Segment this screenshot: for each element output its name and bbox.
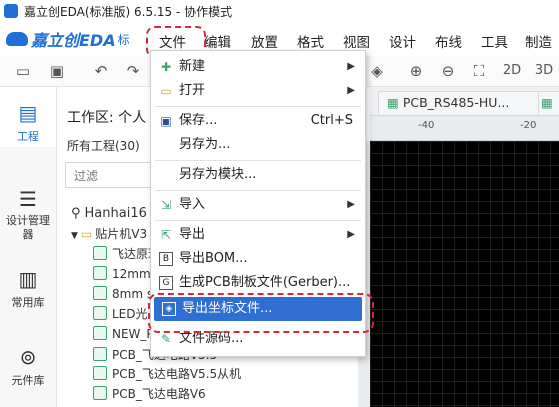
submenu-arrow-icon: ▶	[347, 85, 355, 96]
pcb-icon	[93, 306, 107, 320]
bom-icon: B	[159, 252, 173, 266]
zoom-out-icon[interactable]: ⊖	[439, 62, 457, 80]
logo-sub-text: 标	[117, 32, 130, 47]
pcb-icon	[93, 326, 107, 340]
pcb-tab-icon: ▦	[387, 95, 399, 110]
paint-icon[interactable]: ◈	[368, 62, 386, 80]
tab-next[interactable]: ▦	[538, 91, 559, 114]
folder-icon: ▭	[80, 227, 93, 241]
menu-tools[interactable]: 工具	[481, 31, 508, 51]
submenu-arrow-icon: ▶	[347, 61, 355, 72]
pcb-icon	[93, 286, 107, 300]
import-icon: ⇲	[160, 198, 172, 212]
horizontal-ruler: -40 -20	[370, 116, 559, 141]
rail-common-lib-label: 常用库	[11, 296, 45, 309]
open-folder-icon[interactable]: ▭	[14, 62, 32, 80]
tree-item[interactable]: PCB_飞达电路V5.5从机	[93, 364, 241, 384]
rail-design-manager-label: 设计管理器	[6, 214, 50, 241]
window-title: 嘉立创EDA(标准版) 6.5.15 - 协作模式	[24, 5, 233, 19]
rail-project-label: 工程	[17, 130, 39, 143]
menu-item-save[interactable]: ▣ 保存... Ctrl+S	[151, 109, 365, 133]
ruler-label: -20	[520, 120, 537, 131]
rail-component-lib-button[interactable]: ⊚ 元件库	[0, 345, 56, 388]
left-rail: ▤ 工程 ☰ 设计管理器 ▥ 常用库 ⊚ 元件库	[0, 87, 57, 407]
menu-format[interactable]: 格式	[297, 31, 324, 51]
menu-item-import[interactable]: ⇲ 导入 ▶	[151, 193, 365, 217]
rail-design-manager-button[interactable]: ☰ 设计管理器	[0, 187, 56, 242]
user-icon: ⚲	[71, 206, 81, 221]
tree-item[interactable]: LED光	[93, 304, 148, 324]
fit-view-icon[interactable]: ⛶	[470, 62, 488, 80]
menu-separator	[155, 220, 361, 221]
menu-item-save-as-module[interactable]: 另存为模块...	[151, 163, 365, 187]
menu-route[interactable]: 布线	[435, 31, 462, 51]
ruler-label: -40	[418, 120, 435, 131]
tree-item[interactable]: NEW_P	[93, 324, 154, 344]
menu-place[interactable]: 放置	[251, 31, 278, 51]
schematic-icon	[93, 246, 107, 260]
workspace-label: 工作区: 个人	[67, 110, 147, 126]
tab-pcb-rs485[interactable]: ▦ PCB_RS485-HU...	[378, 91, 546, 114]
rail-common-lib-button[interactable]: ▥ 常用库	[0, 267, 56, 310]
app-logo: 嘉立创EDA 标	[6, 28, 130, 50]
rail-project-button[interactable]: ▤ 工程	[0, 101, 56, 144]
gerber-icon: G	[159, 276, 173, 290]
menu-design[interactable]: 设计	[389, 31, 416, 51]
export-icon: ⇱	[160, 228, 172, 242]
zoom-in-icon[interactable]: ⊕	[407, 62, 425, 80]
search-component-icon: ⊚	[19, 345, 37, 369]
menu-separator	[155, 106, 361, 107]
title-bar: 嘉立创EDA(标准版) 6.5.15 - 协作模式	[0, 0, 559, 23]
menu-item-export[interactable]: ⇱ 导出 ▶	[151, 223, 365, 247]
submenu-arrow-icon: ▶	[347, 229, 355, 240]
pcb-icon	[93, 266, 107, 280]
app-icon	[4, 4, 18, 18]
shortcut-label: Ctrl+S	[310, 113, 353, 128]
chevron-down-icon: ▼	[71, 231, 78, 241]
menu-item-new[interactable]: ✚ 新建 ▶	[151, 55, 365, 79]
open-folder-icon: ▭	[160, 84, 172, 98]
save-icon: ▣	[160, 114, 172, 128]
pcb-canvas[interactable]	[370, 141, 559, 407]
menu-separator	[155, 160, 361, 161]
tree-item[interactable]: PCB_飞达电路V6	[93, 384, 206, 404]
export-coordinate-highlight	[148, 293, 374, 333]
menu-separator	[155, 190, 361, 191]
menu-item-export-bom[interactable]: B 导出BOM...	[151, 247, 365, 271]
cloud-logo-icon	[6, 32, 28, 46]
redo-icon[interactable]: ↷	[124, 62, 142, 80]
tree-user[interactable]: ⚲ Hanhai16	[71, 204, 147, 224]
pcb-tab-icon: ▦	[541, 95, 553, 110]
list-icon: ☰	[19, 187, 37, 211]
menu-item-save-as[interactable]: 另存为...	[151, 133, 365, 157]
new-file-icon: ✚	[160, 60, 172, 74]
rail-component-lib-label: 元件库	[11, 374, 45, 387]
view-2d-button[interactable]: 2D	[500, 62, 524, 80]
menu-edit[interactable]: 编辑	[204, 31, 231, 51]
chip-icon: ▥	[18, 267, 38, 291]
tree-folder[interactable]: ▼ ▭ 贴片机V3	[71, 224, 147, 244]
undo-icon[interactable]: ↶	[92, 62, 110, 80]
submenu-arrow-icon: ▶	[347, 199, 355, 210]
view-3d-button[interactable]: 3D	[532, 62, 556, 80]
editor-tabs: ▦ PCB_RS485-HU... ▦	[370, 87, 559, 116]
menu-manufacture[interactable]: 制造	[525, 31, 552, 51]
pcb-icon	[93, 386, 107, 400]
pcb-icon	[93, 366, 107, 380]
folder-icon: ▤	[18, 101, 38, 125]
pcb-icon	[93, 347, 107, 361]
all-projects-label[interactable]: 所有工程(30)	[67, 137, 140, 154]
menu-item-gerber[interactable]: G 生成PCB制板文件(Gerber)...	[151, 271, 365, 295]
menu-item-open[interactable]: ▭ 打开 ▶	[151, 79, 365, 103]
source-edit-icon: ✎	[160, 332, 172, 346]
logo-text: 嘉立创EDA	[31, 31, 116, 50]
menu-view[interactable]: 视图	[343, 31, 370, 51]
save-icon[interactable]: ▣	[48, 62, 66, 80]
